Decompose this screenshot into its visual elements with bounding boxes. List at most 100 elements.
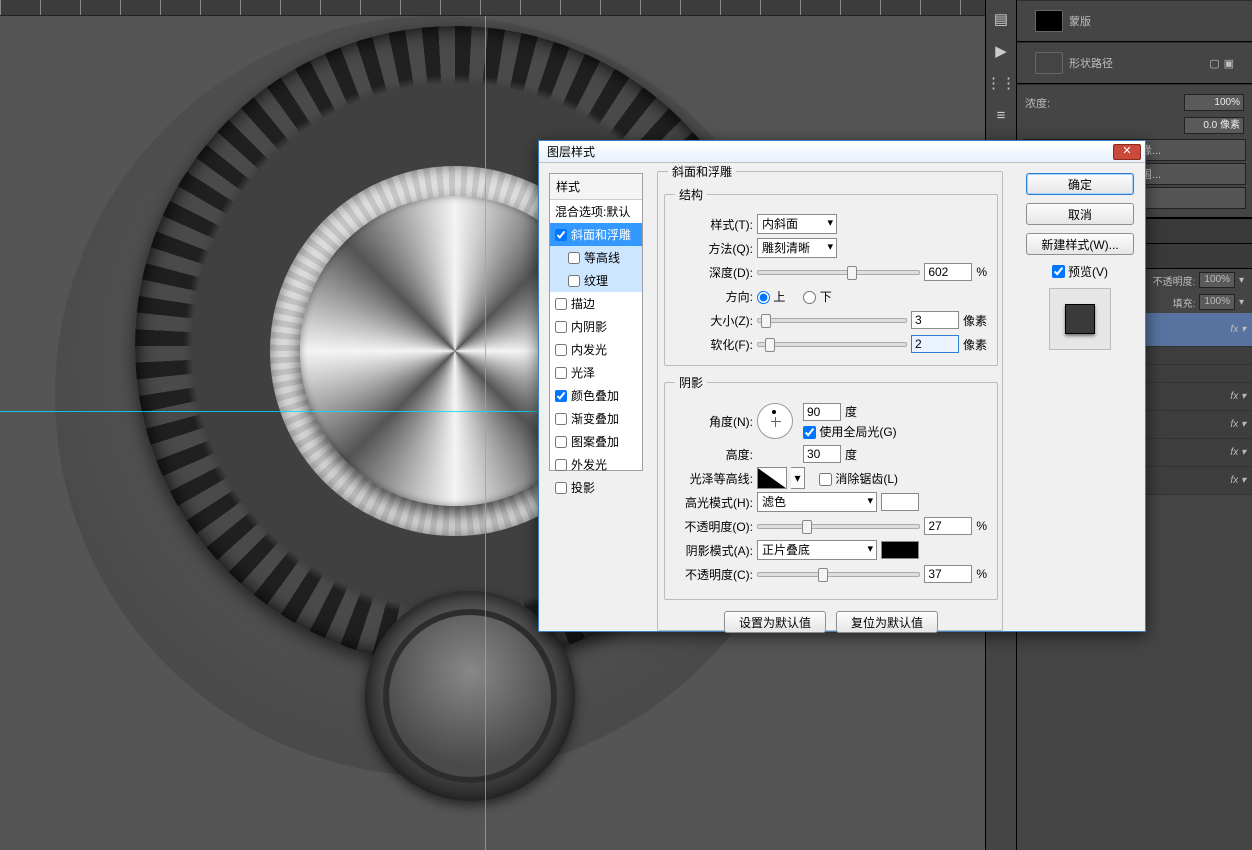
soften-input[interactable]: 2	[911, 335, 959, 353]
blend-options-row[interactable]: 混合选项:默认	[550, 200, 642, 223]
opacity-value[interactable]: 100%	[1199, 272, 1235, 288]
mask-panel-header: 蒙版	[1017, 0, 1252, 42]
gloss-contour-swatch[interactable]	[757, 467, 787, 489]
highlight-opacity-slider[interactable]	[757, 524, 920, 529]
density-label: 浓度:	[1025, 95, 1050, 111]
vector-mask-icon[interactable]: ▢	[1209, 57, 1219, 70]
mask-thumb-icon[interactable]	[1035, 10, 1063, 32]
direction-up-radio[interactable]: 上	[757, 288, 785, 305]
fill-value[interactable]: 100%	[1199, 294, 1235, 310]
anti-alias-checkbox[interactable]: 消除锯齿(L)	[819, 470, 898, 487]
close-button[interactable]: ✕	[1113, 144, 1141, 160]
shape-path-icon[interactable]	[1035, 52, 1063, 74]
shadow-opacity-slider[interactable]	[757, 572, 920, 577]
dialog-titlebar[interactable]: 图层样式 ✕	[539, 141, 1145, 163]
soften-slider[interactable]	[757, 342, 907, 347]
shadow-mode-combo[interactable]: 正片叠底	[757, 540, 877, 560]
angle-dial[interactable]	[757, 403, 793, 439]
shape-path-label: 形状路径	[1069, 55, 1113, 71]
style-item-checkbox[interactable]	[555, 321, 567, 333]
size-input[interactable]: 3	[911, 311, 959, 329]
style-item-checkbox[interactable]	[555, 367, 567, 379]
tool-preset-icon[interactable]: ≡	[988, 102, 1014, 128]
layer-fx-badge[interactable]: fx ▾	[1230, 419, 1246, 430]
style-item-4[interactable]: 内阴影	[550, 315, 642, 338]
fill-dropdown-icon[interactable]: ▾	[1239, 297, 1244, 308]
shadow-opacity-input[interactable]: 37	[924, 565, 972, 583]
layer-fx-badge[interactable]: fx ▾	[1230, 447, 1246, 458]
depth-unit: %	[976, 265, 987, 279]
style-item-label: 等高线	[584, 249, 620, 266]
opacity-dropdown-icon[interactable]: ▾	[1239, 275, 1244, 286]
highlight-color-swatch[interactable]	[881, 493, 919, 511]
style-item-checkbox[interactable]	[555, 413, 567, 425]
size-slider[interactable]	[757, 318, 907, 323]
guide-vertical[interactable]	[485, 16, 486, 850]
density-value[interactable]: 100%	[1184, 94, 1244, 111]
style-item-3[interactable]: 描边	[550, 292, 642, 315]
style-item-checkbox[interactable]	[568, 252, 580, 264]
style-item-checkbox[interactable]	[555, 482, 567, 494]
style-item-checkbox[interactable]	[555, 298, 567, 310]
style-item-2[interactable]: 纹理	[550, 269, 642, 292]
style-item-1[interactable]: 等高线	[550, 246, 642, 269]
gloss-contour-dropdown[interactable]: ▾	[791, 467, 805, 489]
soften-label: 软化(F):	[675, 336, 753, 353]
style-item-5[interactable]: 内发光	[550, 338, 642, 361]
new-style-button[interactable]: 新建样式(W)...	[1026, 233, 1134, 255]
shadow-opacity-label: 不透明度(C):	[675, 566, 753, 583]
technique-combo[interactable]: 雕刻清晰	[757, 238, 837, 258]
make-default-button[interactable]: 设置为默认值	[724, 611, 826, 633]
histogram-icon[interactable]: ▤	[988, 6, 1014, 32]
style-item-9[interactable]: 图案叠加	[550, 430, 642, 453]
highlight-opacity-unit: %	[976, 519, 987, 533]
preview-checkbox[interactable]: 预览(V)	[1023, 263, 1137, 280]
style-item-checkbox[interactable]	[555, 436, 567, 448]
play-icon[interactable]: ▶	[988, 38, 1014, 64]
highlight-opacity-input[interactable]: 27	[924, 517, 972, 535]
style-item-checkbox[interactable]	[555, 344, 567, 356]
shading-legend: 阴影	[675, 374, 707, 391]
feather-value[interactable]: 0.0 像素	[1184, 117, 1244, 134]
style-item-label: 内阴影	[571, 318, 607, 335]
shadow-color-swatch[interactable]	[881, 541, 919, 559]
style-item-checkbox[interactable]	[568, 275, 580, 287]
style-item-checkbox[interactable]	[555, 459, 567, 471]
structure-fieldset: 结构 样式(T): 内斜面 方法(Q): 雕刻清晰 深度(D): 602 % 方…	[664, 186, 998, 366]
style-combo[interactable]: 内斜面	[757, 214, 837, 234]
layer-fx-badge[interactable]: fx ▾	[1230, 324, 1246, 335]
cancel-button[interactable]: 取消	[1026, 203, 1134, 225]
use-global-light-checkbox[interactable]: 使用全局光(G)	[803, 423, 897, 440]
angle-input[interactable]: 90	[803, 403, 841, 421]
reset-default-button[interactable]: 复位为默认值	[836, 611, 938, 633]
altitude-label: 高度:	[675, 446, 753, 463]
style-item-7[interactable]: 颜色叠加	[550, 384, 642, 407]
size-unit: 像素	[963, 312, 987, 329]
ruler-horizontal	[0, 0, 985, 16]
pixel-mask-icon[interactable]: ▣	[1224, 57, 1234, 70]
layer-fx-badge[interactable]: fx ▾	[1230, 391, 1246, 402]
brush-preset-icon[interactable]: ⋮⋮	[988, 70, 1014, 96]
style-item-label: 内发光	[571, 341, 607, 358]
direction-down-radio[interactable]: 下	[803, 288, 831, 305]
depth-slider[interactable]	[757, 270, 920, 275]
shadow-opacity-unit: %	[976, 567, 987, 581]
style-item-checkbox[interactable]	[555, 390, 567, 402]
layer-fx-badge[interactable]: fx ▾	[1230, 475, 1246, 486]
preview-swatch	[1065, 304, 1095, 334]
style-item-checkbox[interactable]	[555, 229, 567, 241]
altitude-input[interactable]: 30	[803, 445, 841, 463]
highlight-mode-combo[interactable]: 滤色	[757, 492, 877, 512]
ok-button[interactable]: 确定	[1026, 173, 1134, 195]
style-list: 样式 混合选项:默认 斜面和浮雕等高线纹理描边内阴影内发光光泽颜色叠加渐变叠加图…	[549, 173, 643, 471]
style-item-8[interactable]: 渐变叠加	[550, 407, 642, 430]
style-item-6[interactable]: 光泽	[550, 361, 642, 384]
technique-label: 方法(Q):	[675, 240, 753, 257]
style-item-label: 颜色叠加	[571, 387, 619, 404]
mask-label: 蒙版	[1069, 13, 1091, 29]
style-item-0[interactable]: 斜面和浮雕	[550, 223, 642, 246]
depth-input[interactable]: 602	[924, 263, 972, 281]
style-item-10[interactable]: 外发光	[550, 453, 642, 476]
direction-label: 方向:	[675, 288, 753, 305]
style-item-11[interactable]: 投影	[550, 476, 642, 499]
